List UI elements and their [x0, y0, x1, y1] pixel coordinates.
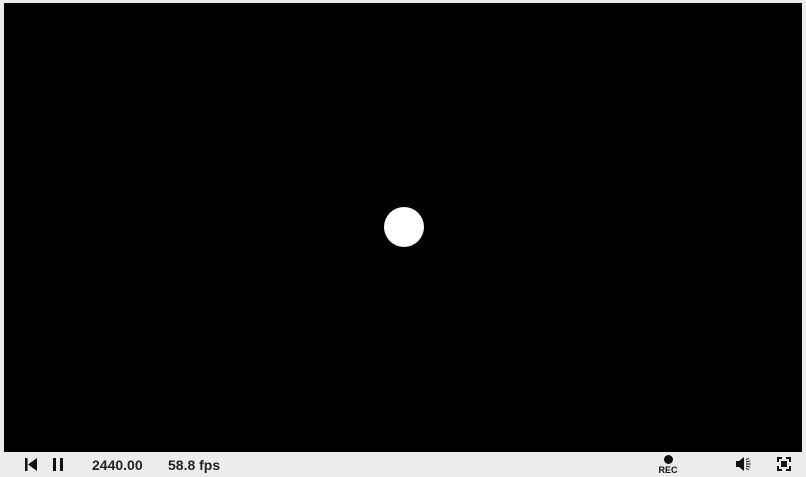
fullscreen-icon — [777, 457, 791, 471]
render-canvas[interactable] — [4, 3, 802, 452]
record-icon — [663, 455, 673, 464]
record-button[interactable]: REC — [655, 454, 681, 476]
volume-button[interactable] — [735, 455, 755, 473]
pause-icon — [53, 457, 63, 471]
skip-to-start-icon — [25, 457, 37, 471]
control-bar: 2440.00 58.8 fps REC — [4, 452, 802, 477]
restart-button[interactable] — [24, 456, 38, 472]
white-circle — [384, 207, 424, 247]
fullscreen-button[interactable] — [776, 456, 792, 472]
time-readout: 2440.00 — [92, 457, 143, 473]
player-window: 2440.00 58.8 fps REC — [0, 0, 806, 477]
volume-icon — [736, 456, 754, 472]
record-label: REC — [658, 465, 678, 475]
fps-readout: 58.8 fps — [168, 457, 221, 473]
pause-button[interactable] — [51, 456, 65, 472]
